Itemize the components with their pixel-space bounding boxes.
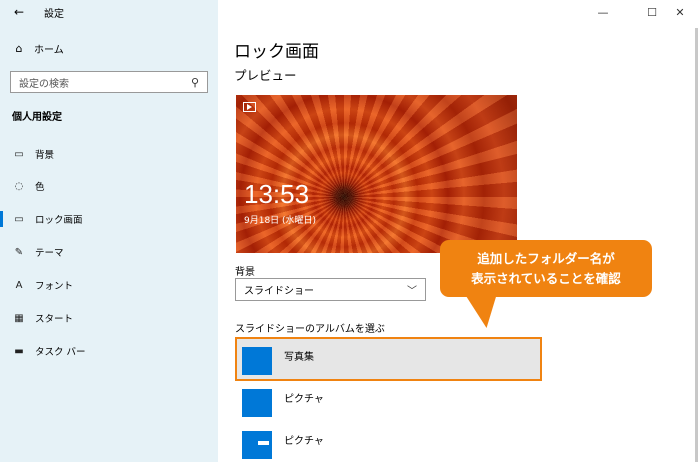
start-icon: ▦	[14, 312, 24, 324]
background-label: 背景	[235, 267, 255, 278]
sidebar-item-label: テーマ	[35, 248, 64, 259]
sidebar-item-label: 背景	[35, 150, 55, 161]
sidebar-item-font[interactable]: A フォント	[0, 274, 218, 296]
palette-icon: ◌	[14, 180, 24, 192]
album-section-label: スライドショーのアルバムを選ぶ	[235, 324, 385, 335]
sidebar-item-label: タスク バー	[35, 347, 86, 358]
picture-icon: ▭	[14, 148, 24, 160]
sidebar-item-label: スタート	[35, 314, 74, 325]
folder-thumbnail	[242, 347, 272, 375]
album-item[interactable]: ピクチャ	[242, 386, 442, 420]
theme-icon: ✎	[14, 246, 24, 258]
drive-thumbnail	[242, 431, 272, 459]
folder-thumbnail	[242, 389, 272, 417]
chevron-down-icon: ﹀	[407, 286, 417, 297]
scrollbar[interactable]	[695, 28, 698, 462]
sidebar-item-lock-screen[interactable]: ▭ ロック画面	[0, 208, 218, 230]
sidebar-item-color[interactable]: ◌ 色	[0, 175, 218, 197]
album-name: 写真集	[284, 352, 314, 363]
back-arrow-icon[interactable]: ←	[10, 3, 28, 21]
close-icon: ✕	[675, 5, 685, 19]
taskbar-icon: ▬	[14, 345, 24, 357]
section-title: 個人用設定	[12, 112, 62, 123]
nav-home[interactable]: ⌂ ホーム	[12, 41, 64, 56]
maximize-icon: ☐	[647, 5, 657, 19]
preview-date: 9月18日 (水曜日)	[244, 216, 317, 226]
preview-clock: 13:53	[244, 179, 310, 209]
lock-screen-icon: ▭	[14, 213, 24, 225]
close-button[interactable]: ✕	[660, 0, 700, 24]
lock-screen-preview: 13:53 9月18日 (水曜日)	[236, 95, 517, 253]
search-icon[interactable]: ⚲	[191, 76, 199, 89]
search-placeholder: 設定の検索	[19, 78, 69, 90]
font-icon: A	[15, 279, 23, 291]
background-dropdown-value: スライドショー	[244, 286, 314, 297]
sidebar-item-start[interactable]: ▦ スタート	[0, 307, 218, 329]
page-title: ロック画面	[234, 42, 319, 62]
sidebar-item-theme[interactable]: ✎ テーマ	[0, 241, 218, 263]
callout-line-1: 追加したフォルダー名が	[477, 250, 615, 266]
sidebar-item-label: ロック画面	[35, 215, 83, 226]
minimize-icon: —	[597, 5, 609, 19]
sidebar-item-label: フォント	[35, 281, 74, 292]
minimize-button[interactable]: —	[583, 0, 623, 24]
nav-home-label: ホーム	[34, 45, 64, 56]
sidebar-item-taskbar[interactable]: ▬ タスク バー	[0, 340, 218, 362]
sidebar-item-background[interactable]: ▭ 背景	[0, 143, 218, 165]
callout-annotation: 追加したフォルダー名が 表示されていることを確認	[440, 240, 652, 297]
sidebar-item-label: 色	[35, 182, 45, 193]
preview-label: プレビュー	[234, 68, 297, 83]
background-dropdown[interactable]: スライドショー ﹀	[235, 278, 426, 301]
album-name: ピクチャ	[284, 394, 324, 405]
home-icon: ⌂	[15, 42, 23, 55]
album-item[interactable]: ピクチャ	[242, 428, 442, 462]
sidebar: ← 設定 ⌂ ホーム 設定の検索 ⚲ 個人用設定 ▭ 背景 ◌ 色 ▭ ロック画…	[0, 0, 218, 462]
app-title: 設定	[44, 9, 64, 20]
settings-search-input[interactable]: 設定の検索 ⚲	[10, 71, 208, 93]
slideshow-icon	[243, 102, 256, 112]
callout-line-2: 表示されていることを確認	[471, 270, 621, 286]
album-item[interactable]: 写真集	[242, 344, 442, 378]
album-name: ピクチャ	[284, 436, 324, 447]
